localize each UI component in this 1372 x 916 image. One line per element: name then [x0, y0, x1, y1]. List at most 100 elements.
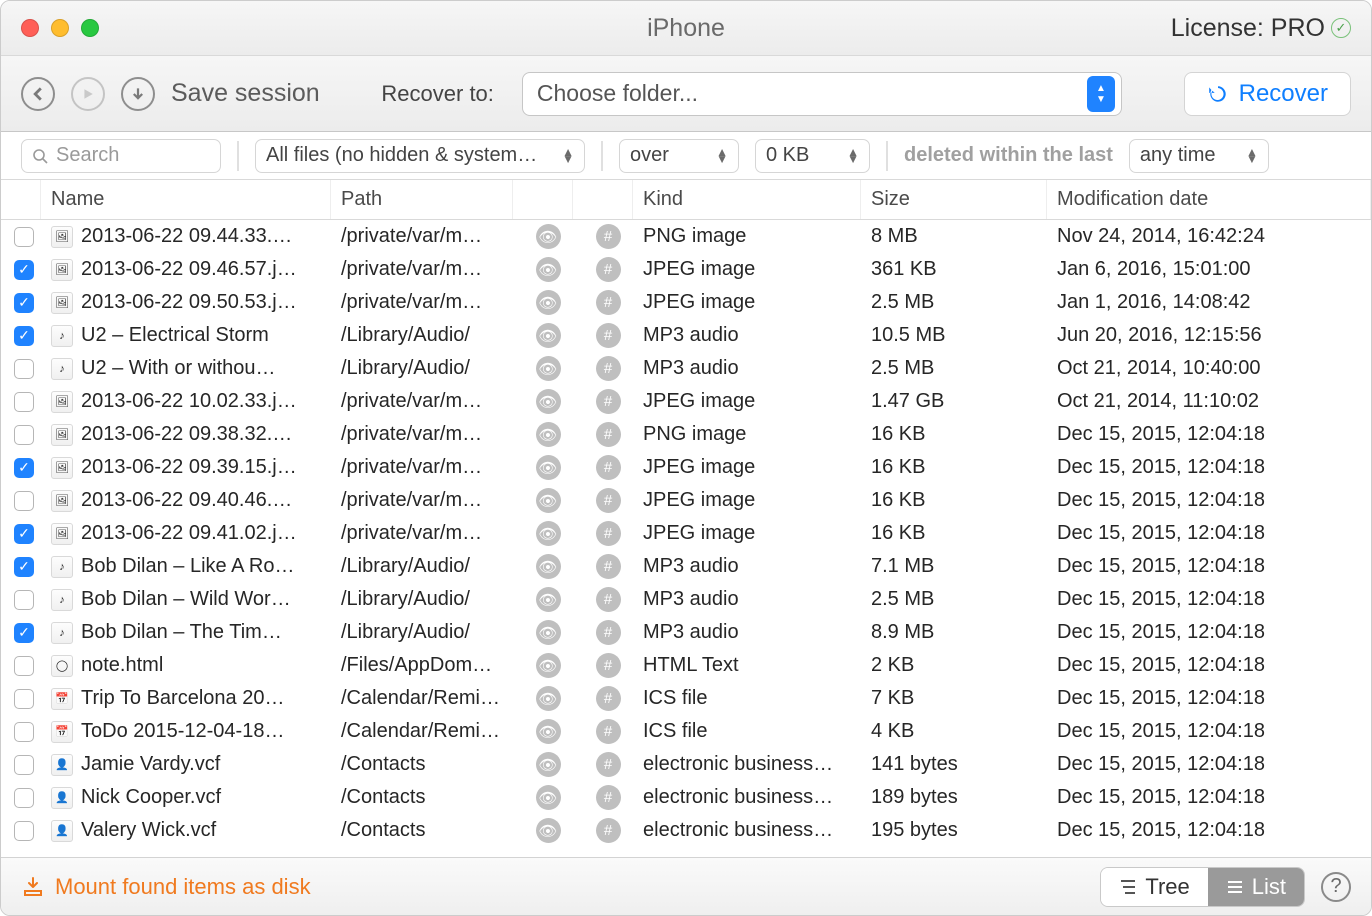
preview-button[interactable]: 👁	[513, 686, 573, 711]
table-row[interactable]: ♪ U2 – With or withou… /Library/Audio/ 👁…	[1, 352, 1371, 385]
size-value-dropdown[interactable]: 0 KB ▲▼	[755, 139, 870, 173]
row-checkbox[interactable]	[7, 755, 41, 775]
hash-button[interactable]: #	[573, 818, 633, 843]
table-row[interactable]: 🖼 2013-06-22 09.40.46.… /private/var/m… …	[1, 484, 1371, 517]
row-checkbox[interactable]: ✓	[7, 326, 41, 346]
column-kind[interactable]: Kind	[633, 180, 861, 219]
preview-button[interactable]: 👁	[513, 554, 573, 579]
table-row[interactable]: 👤 Valery Wick.vcf /Contacts 👁 # electron…	[1, 814, 1371, 847]
hash-button[interactable]: #	[573, 686, 633, 711]
file-list[interactable]: 🖼 2013-06-22 09.44.33.… /private/var/m… …	[1, 220, 1371, 857]
row-checkbox[interactable]	[7, 392, 41, 412]
row-checkbox[interactable]: ✓	[7, 458, 41, 478]
row-checkbox[interactable]: ✓	[7, 260, 41, 280]
table-row[interactable]: ✓ ♪ Bob Dilan – Like A Ro… /Library/Audi…	[1, 550, 1371, 583]
preview-button[interactable]: 👁	[513, 587, 573, 612]
file-name[interactable]: ♪ Bob Dilan – Like A Ro…	[41, 555, 331, 578]
row-checkbox[interactable]	[7, 722, 41, 742]
preview-button[interactable]: 👁	[513, 422, 573, 447]
back-button[interactable]	[21, 77, 55, 111]
table-row[interactable]: ✓ ♪ U2 – Electrical Storm /Library/Audio…	[1, 319, 1371, 352]
row-checkbox[interactable]: ✓	[7, 557, 41, 577]
table-row[interactable]: 📅 Trip To Barcelona 20… /Calendar/Remi… …	[1, 682, 1371, 715]
table-row[interactable]: ✓ 🖼 2013-06-22 09.39.15.j… /private/var/…	[1, 451, 1371, 484]
file-name[interactable]: 🖼 2013-06-22 10.02.33.j…	[41, 390, 331, 413]
row-checkbox[interactable]	[7, 491, 41, 511]
hash-button[interactable]: #	[573, 620, 633, 645]
license-indicator[interactable]: License: PRO ✓	[1171, 14, 1351, 43]
table-row[interactable]: ✓ 🖼 2013-06-22 09.41.02.j… /private/var/…	[1, 517, 1371, 550]
table-row[interactable]: ◯ note.html /Files/AppDom… 👁 # HTML Text…	[1, 649, 1371, 682]
preview-button[interactable]: 👁	[513, 323, 573, 348]
save-session-button[interactable]: Save session	[171, 79, 320, 108]
file-name[interactable]: ♪ U2 – Electrical Storm	[41, 324, 331, 347]
column-name[interactable]: Name	[41, 180, 331, 219]
recover-button[interactable]: Recover	[1184, 72, 1351, 116]
preview-button[interactable]: 👁	[513, 488, 573, 513]
table-row[interactable]: ✓ ♪ Bob Dilan – The Tim… /Library/Audio/…	[1, 616, 1371, 649]
file-name[interactable]: 🖼 2013-06-22 09.50.53.j…	[41, 291, 331, 314]
preview-button[interactable]: 👁	[513, 620, 573, 645]
column-size[interactable]: Size	[861, 180, 1047, 219]
row-checkbox[interactable]	[7, 227, 41, 247]
hash-button[interactable]: #	[573, 587, 633, 612]
hash-button[interactable]: #	[573, 521, 633, 546]
file-name[interactable]: ♪ U2 – With or withou…	[41, 357, 331, 380]
file-name[interactable]: ♪ Bob Dilan – The Tim…	[41, 621, 331, 644]
file-filter-dropdown[interactable]: All files (no hidden & system… ▲▼	[255, 139, 585, 173]
preview-button[interactable]: 👁	[513, 785, 573, 810]
row-checkbox[interactable]: ✓	[7, 524, 41, 544]
file-name[interactable]: 📅 Trip To Barcelona 20…	[41, 687, 331, 710]
file-name[interactable]: 🖼 2013-06-22 09.41.02.j…	[41, 522, 331, 545]
size-op-dropdown[interactable]: over ▲▼	[619, 139, 739, 173]
file-name[interactable]: 🖼 2013-06-22 09.40.46.…	[41, 489, 331, 512]
preview-button[interactable]: 👁	[513, 719, 573, 744]
column-modified[interactable]: Modification date	[1047, 180, 1371, 219]
view-tree-button[interactable]: Tree	[1101, 868, 1207, 906]
hash-button[interactable]: #	[573, 554, 633, 579]
preview-button[interactable]: 👁	[513, 752, 573, 777]
hash-button[interactable]: #	[573, 455, 633, 480]
file-name[interactable]: 👤 Nick Cooper.vcf	[41, 786, 331, 809]
row-checkbox[interactable]	[7, 689, 41, 709]
row-checkbox[interactable]: ✓	[7, 623, 41, 643]
row-checkbox[interactable]	[7, 425, 41, 445]
mount-button[interactable]: Mount found items as disk	[21, 874, 311, 900]
preview-button[interactable]: 👁	[513, 455, 573, 480]
row-checkbox[interactable]: ✓	[7, 293, 41, 313]
play-button[interactable]	[71, 77, 105, 111]
preview-button[interactable]: 👁	[513, 521, 573, 546]
table-row[interactable]: ♪ Bob Dilan – Wild Wor… /Library/Audio/ …	[1, 583, 1371, 616]
hash-button[interactable]: #	[573, 290, 633, 315]
preview-button[interactable]: 👁	[513, 653, 573, 678]
file-name[interactable]: 👤 Jamie Vardy.vcf	[41, 753, 331, 776]
row-checkbox[interactable]	[7, 359, 41, 379]
preview-button[interactable]: 👁	[513, 818, 573, 843]
hash-button[interactable]: #	[573, 653, 633, 678]
file-name[interactable]: ♪ Bob Dilan – Wild Wor…	[41, 588, 331, 611]
view-list-button[interactable]: List	[1208, 868, 1304, 906]
column-path[interactable]: Path	[331, 180, 513, 219]
table-row[interactable]: 📅 ToDo 2015-12-04-18… /Calendar/Remi… 👁 …	[1, 715, 1371, 748]
hash-button[interactable]: #	[573, 488, 633, 513]
table-row[interactable]: 👤 Nick Cooper.vcf /Contacts 👁 # electron…	[1, 781, 1371, 814]
preview-button[interactable]: 👁	[513, 356, 573, 381]
row-checkbox[interactable]	[7, 656, 41, 676]
file-name[interactable]: 🖼 2013-06-22 09.44.33.…	[41, 225, 331, 248]
preview-button[interactable]: 👁	[513, 224, 573, 249]
file-name[interactable]: ◯ note.html	[41, 654, 331, 677]
file-name[interactable]: 🖼 2013-06-22 09.46.57.j…	[41, 258, 331, 281]
hash-button[interactable]: #	[573, 389, 633, 414]
hash-button[interactable]: #	[573, 257, 633, 282]
hash-button[interactable]: #	[573, 224, 633, 249]
file-name[interactable]: 👤 Valery Wick.vcf	[41, 819, 331, 842]
table-row[interactable]: 👤 Jamie Vardy.vcf /Contacts 👁 # electron…	[1, 748, 1371, 781]
hash-button[interactable]: #	[573, 719, 633, 744]
date-filter-dropdown[interactable]: any time ▲▼	[1129, 139, 1269, 173]
file-name[interactable]: 🖼 2013-06-22 09.38.32.…	[41, 423, 331, 446]
hash-button[interactable]: #	[573, 356, 633, 381]
hash-button[interactable]: #	[573, 323, 633, 348]
preview-button[interactable]: 👁	[513, 389, 573, 414]
table-row[interactable]: 🖼 2013-06-22 09.38.32.… /private/var/m… …	[1, 418, 1371, 451]
table-row[interactable]: ✓ 🖼 2013-06-22 09.46.57.j… /private/var/…	[1, 253, 1371, 286]
